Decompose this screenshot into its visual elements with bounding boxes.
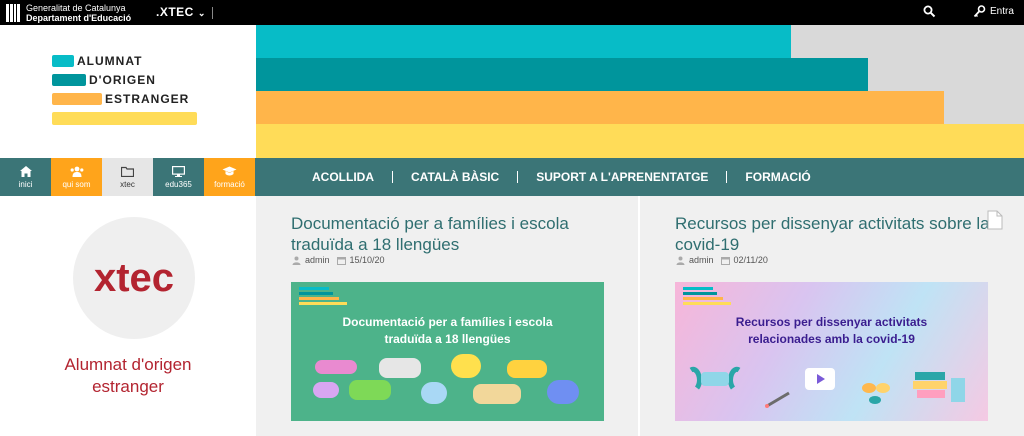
- user-icon: [676, 256, 685, 265]
- chevron-down-icon: ⌄: [197, 8, 206, 18]
- image-caption: Recursos per dissenyar activitats relaci…: [675, 314, 988, 348]
- banner-stripe-orange: [256, 91, 944, 124]
- menu-item-formacio[interactable]: FORMACIÓ: [727, 170, 828, 184]
- image-caption-line2: relacionades amb la covid-19: [748, 332, 915, 346]
- mask-icon: [689, 366, 741, 392]
- post-card: Recursos per dissenyar activitats sobre …: [640, 196, 1024, 436]
- top-bar: Generalitat de Catalunya Departament d'E…: [0, 0, 1024, 25]
- document-icon: [987, 210, 1003, 235]
- speech-bubble-icon: [349, 380, 391, 400]
- banner-stripe-teal: [256, 25, 791, 58]
- nav-button-edu365[interactable]: edu365: [153, 158, 204, 196]
- nav-label-inici: inici: [18, 179, 33, 189]
- nav-label-formacio: formació: [214, 179, 245, 189]
- gencat-seal-icon: [6, 4, 20, 22]
- site-header: ALUMNAT D'ORIGEN ESTRANGER: [0, 25, 1024, 158]
- gov-line1: Generalitat de Catalunya: [26, 3, 126, 13]
- post-image[interactable]: Recursos per dissenyar activitats relaci…: [675, 282, 988, 421]
- xtec-logo[interactable]: xtec: [73, 217, 195, 339]
- logo-bar-yellow: [52, 112, 197, 125]
- post-image[interactable]: Documentació per a famílies i escola tra…: [291, 282, 604, 421]
- image-caption-line1: Documentació per a famílies i escola: [342, 315, 553, 329]
- menu-item-acollida[interactable]: ACOLLIDA: [256, 170, 392, 184]
- speech-bubble-icon: [547, 380, 579, 404]
- speech-bubble-icon: [421, 382, 447, 404]
- nav-button-inici[interactable]: inici: [0, 158, 51, 196]
- site-name-line2: estranger: [92, 377, 164, 396]
- thermometer-icon: [763, 390, 793, 408]
- pills-icon: [861, 380, 895, 406]
- calendar-icon: [336, 256, 346, 265]
- logo-bar-orange: [52, 93, 102, 105]
- post-title-line2: traduïda a 18 llengües: [291, 235, 460, 254]
- speech-bubble-icon: [451, 354, 481, 378]
- divider: [211, 6, 213, 19]
- gencat-logo[interactable]: Generalitat de Catalunya Departament d'E…: [6, 3, 131, 23]
- post-title-link[interactable]: Documentació per a famílies i escola tra…: [291, 213, 631, 255]
- menu-item-catala-basic[interactable]: CATALÀ BÀSIC: [393, 170, 517, 184]
- image-caption-line2: traduïda a 18 llengües: [384, 332, 511, 346]
- user-icon: [292, 256, 301, 265]
- post-author[interactable]: admin: [689, 255, 714, 265]
- post-date: 02/11/20: [733, 255, 768, 265]
- main-navigation: inici qui som xtec edu365 formació ACOLL…: [0, 158, 1024, 196]
- speech-bubble-icon: [315, 360, 357, 374]
- post-title-line2: covid-19: [675, 235, 740, 254]
- mini-logo: [299, 287, 347, 307]
- banner-stripe-yellow: [256, 124, 1024, 158]
- speech-bubble-icon: [507, 360, 547, 378]
- section-menu: ACOLLIDA CATALÀ BÀSIC SUPORT A L'APRENEN…: [256, 158, 829, 196]
- logo-bar-dark-teal: [52, 74, 86, 86]
- post-card: Documentació per a famílies i escola tra…: [256, 196, 638, 436]
- nav-label-qui-som: qui som: [62, 179, 91, 189]
- menu-item-suport[interactable]: SUPORT A L'APRENENTATGE: [518, 170, 726, 184]
- home-icon: [19, 165, 32, 177]
- play-icon: [805, 368, 835, 390]
- image-caption: Documentació per a famílies i escola tra…: [291, 314, 604, 348]
- login-label: Entra: [990, 6, 1014, 17]
- post-meta: admin 15/10/20: [292, 255, 385, 265]
- logo-line3: ESTRANGER: [105, 92, 190, 106]
- logo-bar-teal: [52, 55, 74, 67]
- graduation-cap-icon: [222, 166, 237, 175]
- image-caption-line1: Recursos per dissenyar activitats: [735, 315, 928, 329]
- site-name-line1: Alumnat d'origen: [64, 355, 192, 374]
- nav-label-xtec: xtec: [120, 179, 135, 189]
- banner-stripe-dark-teal: [256, 58, 868, 91]
- monitor-icon: [172, 165, 185, 177]
- xtec-menu-button[interactable]: .XTEC ⌄: [156, 5, 213, 19]
- nav-label-edu365: edu365: [165, 179, 192, 189]
- speech-bubble-icon: [313, 382, 339, 398]
- logo-line1: ALUMNAT: [77, 54, 143, 68]
- post-date: 15/10/20: [349, 255, 385, 265]
- header-banner: [256, 25, 1024, 158]
- nav-button-formacio[interactable]: formació: [204, 158, 255, 196]
- site-name: Alumnat d'origen estranger: [0, 354, 256, 398]
- post-title-link[interactable]: Recursos per dissenyar activitats sobre …: [675, 213, 995, 255]
- xtec-label: .XTEC: [156, 5, 194, 19]
- key-icon: [973, 5, 986, 18]
- books-icon: [911, 368, 969, 406]
- post-title-line1: Recursos per dissenyar activitats sobre …: [675, 214, 990, 233]
- logo-line2: D'ORIGEN: [89, 73, 156, 87]
- speech-bubble-icon: [473, 384, 521, 404]
- nav-button-xtec[interactable]: xtec: [102, 158, 153, 196]
- folder-icon: [121, 166, 134, 177]
- users-icon: [70, 166, 83, 177]
- calendar-icon: [720, 256, 730, 265]
- gov-line2: Departament d'Educació: [26, 13, 132, 23]
- sidebar: xtec Alumnat d'origen estranger: [0, 196, 256, 436]
- post-author[interactable]: admin: [305, 255, 330, 265]
- site-logo[interactable]: ALUMNAT D'ORIGEN ESTRANGER: [0, 25, 256, 158]
- post-meta: admin 02/11/20: [676, 255, 768, 265]
- nav-button-qui-som[interactable]: qui som: [51, 158, 102, 196]
- search-icon[interactable]: [923, 5, 936, 23]
- speech-bubble-icon: [379, 358, 421, 378]
- post-title-line1: Documentació per a famílies i escola: [291, 214, 569, 233]
- mini-logo: [683, 287, 731, 307]
- login-button[interactable]: Entra: [973, 5, 1014, 18]
